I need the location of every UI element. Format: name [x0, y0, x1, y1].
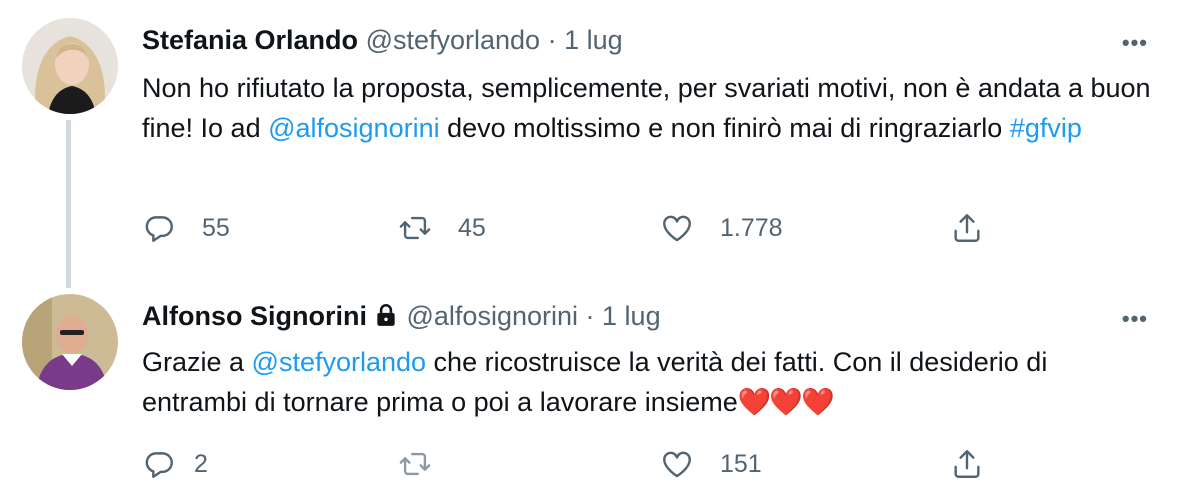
- thread-line: [66, 120, 71, 288]
- like-count: 151: [720, 449, 762, 478]
- reply-icon: [145, 216, 173, 242]
- user-name[interactable]: Alfonso Signorini: [142, 301, 367, 331]
- like-count: 1.778: [720, 213, 783, 242]
- more-icon[interactable]: •••: [1122, 306, 1148, 332]
- tweet-text: Non ho rifiutato la proposta, sempliceme…: [142, 68, 1152, 148]
- reply-button[interactable]: 55: [142, 208, 230, 248]
- text-part: Grazie a: [142, 347, 252, 377]
- like-icon: [663, 451, 691, 478]
- lock-icon: [373, 302, 399, 335]
- tweet-date[interactable]: 1 lug: [602, 301, 661, 331]
- tweet-actions: 55 45 1.778: [142, 208, 1142, 248]
- tweet-alfonso-signorini[interactable]: Alfonso Signorini @alfosignorini · 1 lug…: [0, 272, 1182, 496]
- retweet-icon: [399, 452, 431, 476]
- tweet-stefania-orlando[interactable]: Stefania Orlando @stefyorlando · 1 lug •…: [0, 0, 1182, 288]
- reply-count: 55: [202, 213, 230, 242]
- reply-button[interactable]: 2: [142, 444, 208, 484]
- tweet-date[interactable]: 1 lug: [564, 25, 623, 55]
- tweet-text: Grazie a @stefyorlando che ricostruisce …: [142, 342, 1152, 422]
- hashtag-link[interactable]: #gfvip: [1010, 113, 1082, 143]
- retweet-icon: [399, 216, 431, 240]
- heart-emoji: ❤️❤️❤️: [737, 387, 835, 417]
- share-icon: [954, 214, 980, 242]
- avatar-alfonso-signorini[interactable]: [22, 294, 118, 390]
- user-name[interactable]: Stefania Orlando: [142, 25, 358, 55]
- separator: ·: [547, 25, 557, 55]
- retweet-button[interactable]: 45: [398, 208, 486, 248]
- retweet-count: 45: [458, 213, 486, 242]
- like-icon: [663, 215, 691, 242]
- share-button[interactable]: [950, 444, 984, 484]
- more-icon[interactable]: •••: [1122, 30, 1148, 56]
- user-handle[interactable]: @alfosignorini: [407, 301, 579, 331]
- text-part: devo moltissimo e non finirò mai di ring…: [439, 113, 1010, 143]
- reply-icon: [145, 452, 173, 478]
- like-button[interactable]: 151: [660, 444, 762, 484]
- tweet-header: Alfonso Signorini @alfosignorini · 1 lug: [142, 300, 661, 335]
- share-button[interactable]: [950, 208, 984, 248]
- mention-link[interactable]: @stefyorlando: [252, 347, 427, 377]
- share-icon: [954, 450, 980, 478]
- user-handle[interactable]: @stefyorlando: [366, 25, 541, 55]
- mention-link[interactable]: @alfosignorini: [268, 113, 440, 143]
- separator: ·: [585, 301, 595, 331]
- tweet-actions: 2 151: [142, 444, 1142, 484]
- reply-count: 2: [194, 449, 208, 478]
- retweet-button[interactable]: [398, 444, 458, 484]
- avatar-stefania-orlando[interactable]: [22, 18, 118, 114]
- tweet-header: Stefania Orlando @stefyorlando · 1 lug: [142, 24, 623, 56]
- like-button[interactable]: 1.778: [660, 208, 783, 248]
